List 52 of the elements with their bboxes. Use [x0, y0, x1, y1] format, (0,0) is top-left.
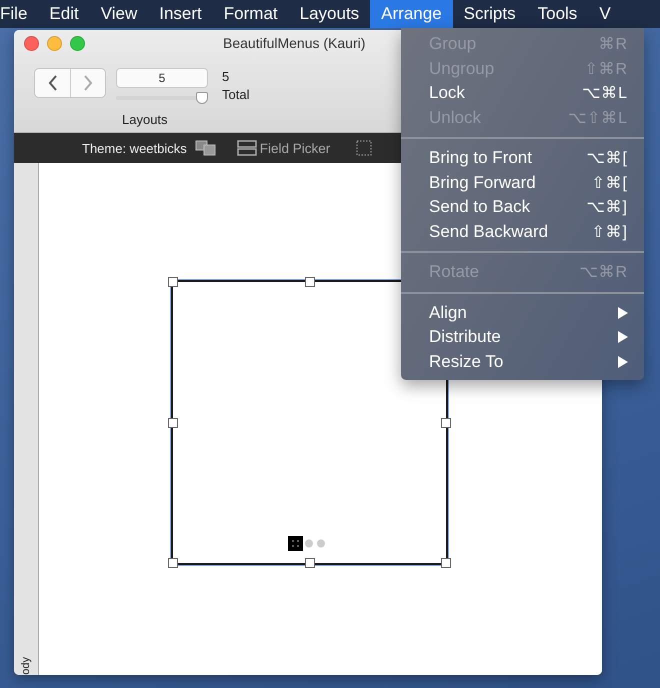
window-title: BeautifulMenus (Kauri): [223, 35, 366, 51]
resize-handle[interactable]: [168, 558, 178, 568]
close-button[interactable]: [24, 36, 39, 50]
menu-title[interactable]: Insert: [148, 0, 213, 28]
menu-title[interactable]: Edit: [38, 0, 90, 28]
menu-title[interactable]: Arrange: [370, 0, 453, 28]
shortcut-text: ⌥⌘L: [582, 84, 628, 104]
menu-item[interactable]: Send Backward ⇧⌘]: [401, 220, 644, 244]
resize-handle[interactable]: [168, 418, 178, 428]
total-label: Total: [222, 86, 250, 104]
resize-handle[interactable]: [441, 558, 451, 568]
field-picker-icon: [236, 140, 257, 156]
shortcut-text: ⇧⌘[: [592, 174, 628, 193]
layouts-label: Layouts: [122, 112, 169, 127]
menu-title[interactable]: Scripts: [452, 0, 527, 28]
menu-item[interactable]: Bring to Front ⌥⌘[: [401, 146, 644, 170]
submenu-arrow-icon: [618, 306, 628, 319]
shortcut-text: ⌥⌘]: [586, 198, 628, 218]
theme-label: Theme: weetbicks: [82, 140, 187, 156]
menu-title[interactable]: File: [0, 0, 38, 28]
part-label: ody: [20, 657, 32, 675]
submenu-arrow-icon: [618, 331, 628, 344]
chevron-right-icon: [83, 75, 93, 91]
resize-handle[interactable]: [304, 277, 314, 287]
zoom-button[interactable]: [70, 36, 85, 50]
resize-handle[interactable]: [441, 418, 451, 428]
total-count: 5: [222, 68, 230, 86]
menu-item[interactable]: Align: [401, 300, 644, 325]
shortcut-text: ⌥⌘[: [586, 149, 628, 168]
menu-title[interactable]: Tools: [526, 0, 588, 28]
shortcut-text: ⌥⌘R: [579, 263, 628, 282]
menu-item[interactable]: Send to Back ⌥⌘]: [401, 195, 644, 220]
layout-number-field[interactable]: 5: [116, 68, 208, 88]
menu-item[interactable]: Distribute: [401, 325, 644, 350]
slider-thumb[interactable]: [196, 92, 208, 104]
menu-title[interactable]: View: [90, 0, 148, 28]
menu-item[interactable]: Bring Forward ⇧⌘[: [401, 170, 644, 195]
resize-handle[interactable]: [304, 558, 314, 568]
shortcut-text: ⌥⇧⌘L: [568, 108, 628, 128]
object-badge-icon: [288, 536, 328, 551]
shortcut-text: ⇧⌘]: [592, 222, 628, 242]
dotted-square-icon[interactable]: [356, 140, 372, 156]
menu-item[interactable]: Resize To: [401, 350, 644, 374]
menu-title[interactable]: V: [588, 0, 622, 28]
field-picker-button[interactable]: Field Picker: [236, 140, 330, 156]
submenu-arrow-icon: [618, 356, 628, 368]
chevron-left-icon: [48, 75, 58, 91]
menu-title[interactable]: Format: [212, 0, 289, 28]
menu-item[interactable]: Lock ⌥⌘L: [401, 81, 644, 106]
theme-icon[interactable]: [194, 140, 217, 156]
resize-handle[interactable]: [168, 277, 178, 287]
menu-title[interactable]: Layouts: [288, 0, 370, 28]
